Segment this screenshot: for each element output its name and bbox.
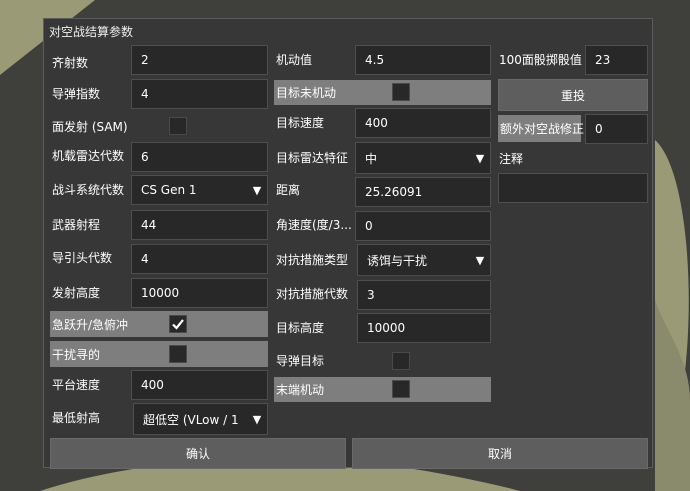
- distance-label: 距离: [276, 183, 301, 197]
- target-radar-sig-select[interactable]: 中 ▼: [355, 142, 491, 174]
- target-no-maneuver-label: 目标未机动: [276, 86, 337, 100]
- cm-gen-label: 对抗措施代数: [276, 287, 349, 301]
- combat-system-value: CS Gen 1: [141, 183, 197, 197]
- zoom-dive-checkbox[interactable]: [169, 315, 187, 333]
- min-alt-label: 最低射高: [52, 411, 101, 425]
- target-radar-sig-label: 目标雷达特征: [276, 151, 349, 165]
- salvo-label: 齐射数: [52, 56, 89, 70]
- chevron-down-icon: ▼: [475, 151, 485, 165]
- cancel-button[interactable]: 取消: [352, 438, 648, 469]
- surface-launch-checkbox[interactable]: [169, 117, 187, 135]
- seeker-gen-label: 导引头代数: [52, 251, 113, 265]
- checkmark-icon: [172, 319, 184, 330]
- missile-target-label: 导弹目标: [276, 354, 325, 368]
- jammed-seeker-checkbox[interactable]: [169, 345, 187, 363]
- missile-index-input[interactable]: 4: [131, 79, 268, 109]
- salvo-input[interactable]: 2: [131, 45, 268, 75]
- extra-mod-input[interactable]: 0: [585, 114, 648, 144]
- notes-label: 注释: [499, 152, 524, 166]
- platform-speed-input[interactable]: 400: [131, 370, 268, 400]
- angular-speed-input[interactable]: 0: [355, 211, 491, 241]
- weapon-range-label: 武器射程: [52, 218, 101, 232]
- jammed-seeker-label: 干扰寻的: [52, 347, 101, 362]
- target-no-maneuver-checkbox[interactable]: [392, 83, 410, 101]
- maneuver-input[interactable]: 4.5: [355, 45, 491, 75]
- notes-input[interactable]: [498, 173, 648, 203]
- cm-type-select[interactable]: 诱饵与干扰 ▼: [357, 244, 491, 276]
- cm-type-label: 对抗措施类型: [276, 253, 349, 267]
- airborne-radar-label: 机载雷达代数: [52, 149, 125, 163]
- target-no-maneuver-row[interactable]: 目标未机动: [274, 80, 491, 105]
- d100-label: 100面骰掷骰值: [499, 53, 582, 67]
- launch-alt-input[interactable]: 10000: [131, 278, 268, 308]
- zoom-dive-row[interactable]: 急跃升/急俯冲: [50, 311, 268, 337]
- chevron-down-icon: ▼: [252, 183, 262, 197]
- terminal-maneuver-row[interactable]: 末端机动: [274, 377, 491, 402]
- min-alt-value: 超低空 (VLow / 1: [143, 412, 239, 427]
- extra-mod-label: 额外对空战修正: [500, 122, 585, 136]
- cm-gen-input[interactable]: 3: [357, 280, 491, 310]
- target-radar-sig-value: 中: [365, 151, 378, 166]
- terminal-maneuver-label: 末端机动: [276, 383, 325, 397]
- missile-index-label: 导弹指数: [52, 87, 101, 101]
- distance-input[interactable]: 25.26091: [355, 177, 491, 207]
- chevron-down-icon: ▼: [475, 253, 485, 267]
- maneuver-label: 机动值: [276, 53, 313, 67]
- cm-type-value: 诱饵与干扰: [367, 253, 428, 268]
- target-speed-label: 目标速度: [276, 116, 325, 130]
- extra-mod-label-box: 额外对空战修正: [498, 115, 585, 142]
- target-alt-input[interactable]: 10000: [357, 313, 491, 343]
- surface-launch-label: 面发射 (SAM): [52, 120, 128, 134]
- target-speed-input[interactable]: 400: [355, 108, 491, 138]
- min-alt-select[interactable]: 超低空 (VLow / 1 ▼: [133, 403, 268, 435]
- combat-system-select[interactable]: CS Gen 1 ▼: [131, 175, 268, 205]
- combat-params-dialog: 对空战结算参数 齐射数 2 导弹指数 4 面发射 (SAM) 机载雷达代数 6 …: [43, 18, 653, 469]
- chevron-down-icon: ▼: [252, 412, 262, 426]
- zoom-dive-label: 急跃升/急俯冲: [52, 317, 129, 332]
- target-alt-label: 目标高度: [276, 321, 325, 335]
- launch-alt-label: 发射高度: [52, 286, 101, 300]
- seeker-gen-input[interactable]: 4: [131, 244, 268, 274]
- confirm-button[interactable]: 确认: [50, 438, 346, 469]
- missile-target-checkbox[interactable]: [392, 352, 410, 370]
- angular-speed-label: 角速度(度/3...: [276, 218, 352, 232]
- jammed-seeker-row[interactable]: 干扰寻的: [50, 341, 268, 367]
- reroll-button[interactable]: 重投: [498, 79, 648, 111]
- combat-system-label: 战斗系统代数: [52, 183, 125, 197]
- airborne-radar-input[interactable]: 6: [131, 142, 268, 172]
- d100-input[interactable]: 23: [585, 45, 648, 75]
- terminal-maneuver-checkbox[interactable]: [392, 380, 410, 398]
- dialog-title: 对空战结算参数: [49, 25, 134, 39]
- weapon-range-input[interactable]: 44: [131, 210, 268, 240]
- platform-speed-label: 平台速度: [52, 378, 101, 392]
